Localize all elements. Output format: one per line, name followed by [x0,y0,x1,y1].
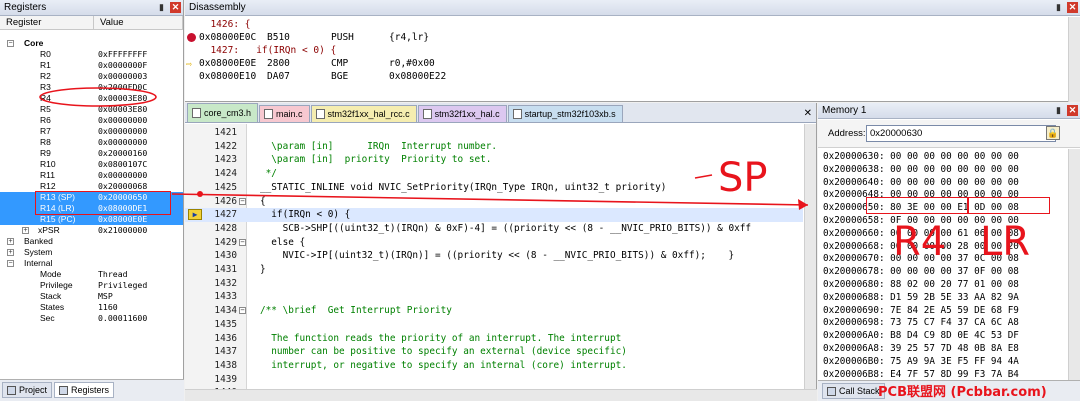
sp-arrowhead [798,199,808,210]
r4-label: R4 [893,219,947,265]
r4-highlight-ellipse [39,87,157,107]
sp-label-tick [694,174,713,179]
watermark: PCB联盟网 (Pcbbar.com) [878,385,1047,400]
sp-label: SP [718,155,768,201]
lr-label: LR [980,219,1031,265]
r4-bytes-box [866,197,968,214]
sp-arrow-dot [197,191,203,197]
lr-bytes-box [968,197,1050,214]
sp-lr-highlight-box [35,191,171,215]
sp-arrow [171,193,809,206]
